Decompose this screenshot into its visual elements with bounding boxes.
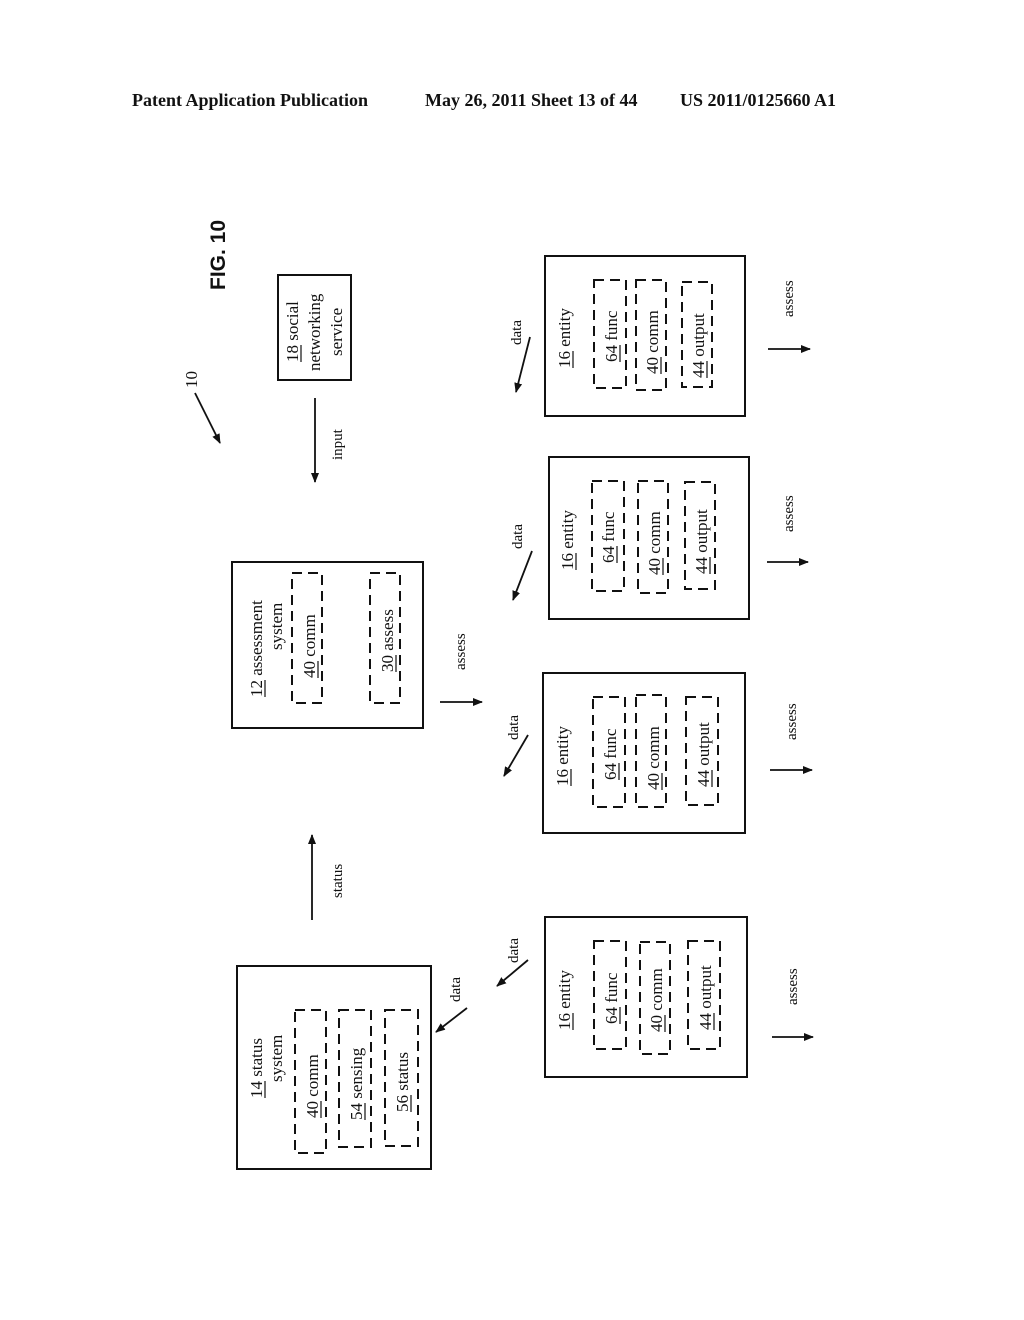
- svg-text:40 comm: 40 comm: [644, 726, 663, 790]
- svg-text:16 entity: 16 entity: [555, 308, 574, 368]
- svg-text:64 func: 64 func: [602, 310, 621, 362]
- entity-3-assess-label: assess: [784, 703, 800, 740]
- svg-text:44 output: 44 output: [694, 722, 713, 787]
- svg-text:16 entity: 16 entity: [553, 726, 572, 786]
- system-reference-numeral: 10: [182, 371, 201, 388]
- entity-4-assess-label: assess: [785, 968, 801, 1005]
- svg-text:54 sensing: 54 sensing: [347, 1047, 366, 1120]
- svg-text:16 entity: 16 entity: [555, 970, 574, 1030]
- entity-box-3: 16 entity 64 func 40 comm 44 output: [542, 672, 746, 834]
- social-label-line2: networking: [305, 293, 324, 371]
- entity-1-assess-label: assess: [781, 280, 797, 317]
- svg-text:16 entity: 16 entity: [558, 510, 577, 570]
- svg-text:64 func: 64 func: [602, 972, 621, 1024]
- status-system-box: 14 status system 40 comm 54 sensing 56 s…: [236, 965, 432, 1170]
- social-label-line3: service: [327, 308, 346, 356]
- entity-2-data-arrow: [512, 550, 533, 601]
- status-module-sensing: 54 sensing: [338, 1009, 372, 1148]
- entity-3-data-label: data: [506, 715, 522, 740]
- svg-text:40 comm: 40 comm: [300, 614, 319, 678]
- figure-diagram: FIG. 10 10 18 social networking service …: [182, 220, 814, 1170]
- entity-box-4: 16 entity 64 func 40 comm 44 output: [544, 916, 748, 1078]
- input-label: input: [330, 428, 346, 460]
- status-data-label: data: [448, 977, 464, 1002]
- assessment-label-line1: 12 assessment: [247, 600, 266, 697]
- svg-text:56 status: 56 status: [393, 1052, 412, 1112]
- entity-box-1: 16 entity 64 func 40 comm 44 output: [544, 255, 746, 417]
- entity-3-data-arrow: [503, 734, 529, 777]
- figure-title: FIG. 10: [207, 220, 230, 290]
- assess-output-label: assess: [453, 633, 469, 670]
- svg-text:40 comm: 40 comm: [303, 1054, 322, 1118]
- reference-arrow: [194, 392, 221, 444]
- entity-1-data-label: data: [509, 320, 525, 345]
- svg-text:40 comm: 40 comm: [645, 511, 664, 575]
- svg-text:64 func: 64 func: [599, 511, 618, 563]
- svg-text:44 output: 44 output: [692, 509, 711, 574]
- assessment-system-box: 12 assessment system 40 comm 30 assess: [231, 561, 424, 729]
- svg-text:40 comm: 40 comm: [643, 310, 662, 374]
- status-data-arrow: [435, 1007, 468, 1033]
- assessment-module-comm: 40 comm: [291, 572, 323, 704]
- status-label-line2: system: [267, 1035, 286, 1082]
- status-module-status: 56 status: [384, 1009, 419, 1147]
- entity-box-2: 16 entity 64 func 40 comm 44 output: [548, 456, 750, 620]
- social-networking-service-box: 18 social networking service: [277, 274, 352, 381]
- assessment-label-line2: system: [267, 603, 286, 650]
- status-module-comm: 40 comm: [294, 1009, 327, 1154]
- status-label: status: [330, 864, 346, 898]
- assessment-module-assess: 30 assess: [369, 572, 401, 704]
- svg-text:44 output: 44 output: [689, 313, 708, 378]
- svg-text:30 assess: 30 assess: [378, 609, 397, 672]
- entity-4-data-label: data: [506, 938, 522, 963]
- svg-text:64 func: 64 func: [601, 728, 620, 780]
- status-label-line1: 14 status: [247, 1038, 266, 1098]
- social-label-line1: 18 social: [283, 301, 302, 362]
- entity-2-data-label: data: [510, 524, 526, 549]
- svg-text:44 output: 44 output: [696, 965, 715, 1030]
- svg-text:40 comm: 40 comm: [647, 968, 666, 1032]
- entity-2-assess-label: assess: [781, 495, 797, 532]
